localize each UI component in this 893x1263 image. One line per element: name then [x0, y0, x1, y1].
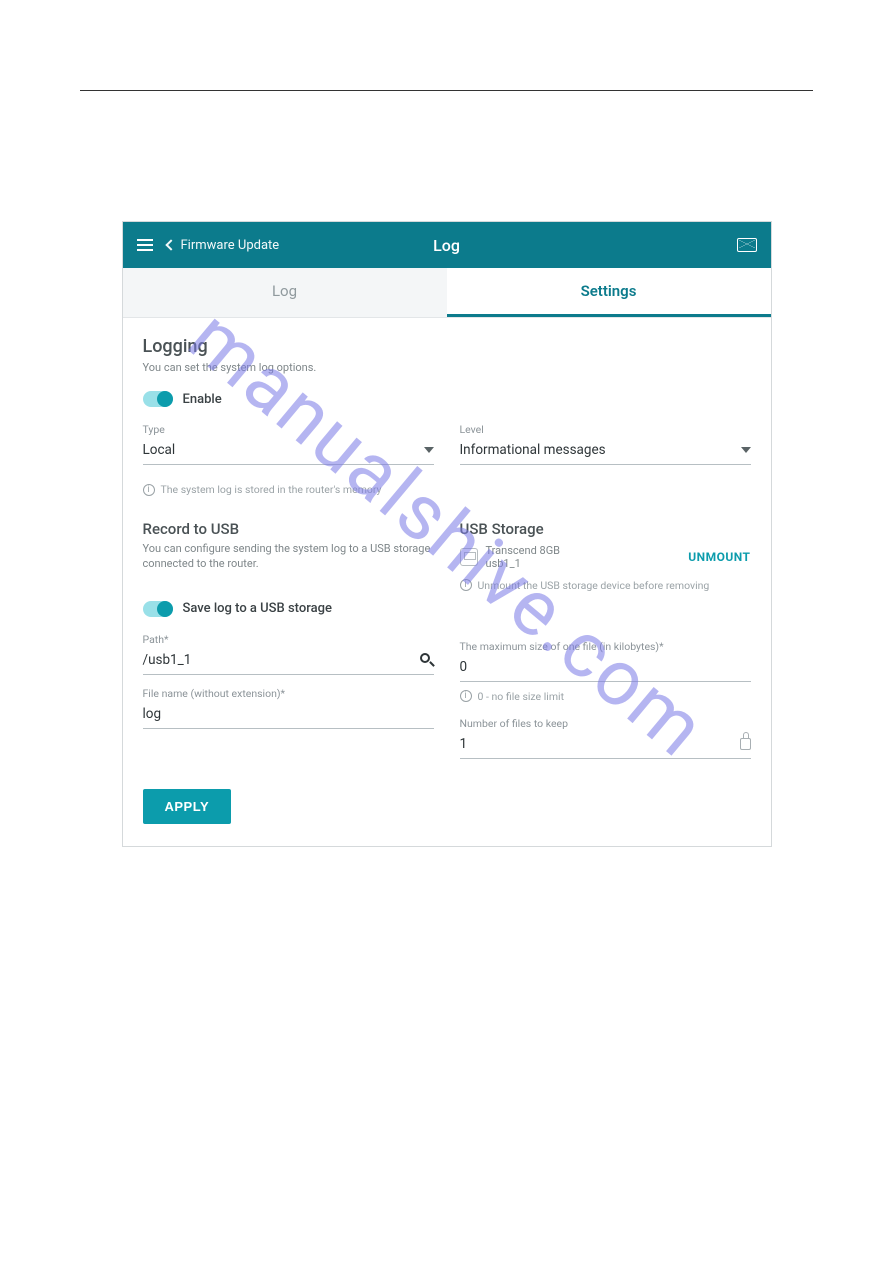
level-select[interactable]: Informational messages: [460, 438, 751, 465]
filename-value: log: [143, 706, 434, 722]
usb-storage-heading: USB Storage: [460, 520, 751, 538]
menu-icon[interactable]: [137, 236, 153, 254]
filename-label: File name (without extension)*: [143, 687, 434, 700]
info-icon: i: [460, 579, 472, 591]
usb-device-name: Transcend 8GB: [486, 544, 689, 557]
logging-desc: You can set the system log options.: [143, 361, 751, 375]
tab-settings[interactable]: Settings: [447, 268, 771, 317]
info-icon: i: [143, 484, 155, 496]
maxsize-note: i 0 - no file size limit: [460, 690, 751, 703]
maxsize-label: The maximum size of one file (in kilobyt…: [460, 640, 751, 653]
info-icon: i: [460, 690, 472, 702]
keep-input[interactable]: 1: [460, 732, 751, 759]
usb-device-icon: [460, 548, 478, 566]
maxsize-note-text: 0 - no file size limit: [478, 690, 565, 703]
breadcrumb-label: Firmware Update: [181, 238, 280, 253]
top-bar: Firmware Update Log: [123, 222, 771, 268]
app-window: manualshive.com Firmware Update Log Log …: [122, 221, 772, 847]
mail-icon[interactable]: [737, 238, 757, 252]
usb-device-info: Transcend 8GB usb1_1: [486, 544, 689, 570]
apply-button[interactable]: APPLY: [143, 789, 232, 824]
content-area: Logging You can set the system log optio…: [123, 318, 771, 846]
type-select[interactable]: Local: [143, 438, 434, 465]
type-value: Local: [143, 442, 424, 458]
page-divider: [80, 90, 813, 91]
search-icon[interactable]: [420, 653, 434, 667]
lock-icon: [740, 738, 751, 750]
unmount-note-text: Unmount the USB storage device before re…: [478, 579, 710, 592]
usb-device-mount: usb1_1: [486, 557, 689, 570]
record-usb-desc: You can configure sending the system log…: [143, 542, 434, 571]
maxsize-value: 0: [460, 659, 751, 675]
storage-note-text: The system log is stored in the router's…: [161, 483, 382, 496]
filename-input[interactable]: log: [143, 702, 434, 729]
tab-log[interactable]: Log: [123, 268, 447, 317]
chevron-down-icon: [741, 447, 751, 453]
keep-label: Number of files to keep: [460, 717, 751, 730]
level-value: Informational messages: [460, 442, 741, 458]
path-label: Path*: [143, 633, 434, 646]
enable-toggle[interactable]: [143, 391, 173, 407]
level-label: Level: [460, 423, 751, 436]
chevron-down-icon: [424, 447, 434, 453]
save-usb-toggle[interactable]: [143, 601, 173, 617]
unmount-note: i Unmount the USB storage device before …: [460, 579, 751, 592]
type-label: Type: [143, 423, 434, 436]
storage-note: i The system log is stored in the router…: [143, 483, 751, 496]
breadcrumb-back[interactable]: Firmware Update: [167, 238, 280, 253]
logging-heading: Logging: [143, 336, 751, 357]
chevron-left-icon: [165, 239, 176, 250]
tab-bar: Log Settings: [123, 268, 771, 318]
unmount-button[interactable]: UNMOUNT: [688, 550, 750, 564]
save-usb-toggle-label: Save log to a USB storage: [183, 601, 332, 616]
path-input[interactable]: /usb1_1: [143, 648, 434, 675]
path-value: /usb1_1: [143, 652, 420, 668]
record-usb-heading: Record to USB: [143, 520, 434, 538]
enable-toggle-label: Enable: [183, 392, 222, 407]
maxsize-input[interactable]: 0: [460, 655, 751, 682]
keep-value: 1: [460, 736, 740, 752]
